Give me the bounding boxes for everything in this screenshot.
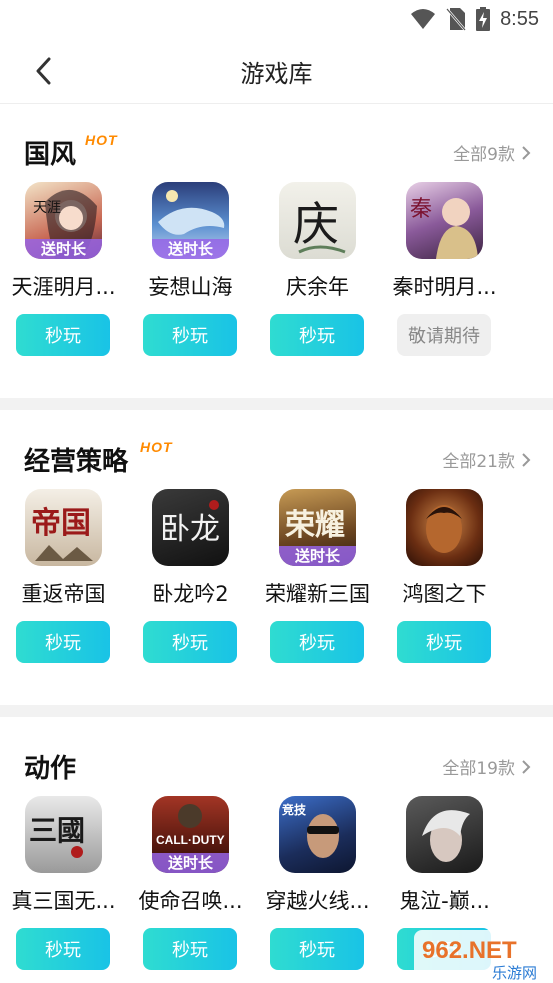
game-icon[interactable]: 庆: [279, 182, 356, 259]
game-name: 妄想山海: [148, 275, 233, 299]
game-name: 真三国无...: [11, 889, 116, 913]
bonus-time-badge: 送时长: [25, 239, 102, 259]
game-icon[interactable]: 帝国: [25, 489, 102, 566]
game-name: 庆余年: [286, 275, 349, 299]
svg-text:荣耀: 荣耀: [285, 508, 345, 543]
game-name: 重返帝国: [21, 582, 106, 606]
svg-text:三國: 三國: [29, 814, 85, 847]
game-name: 天涯明月...: [11, 275, 116, 299]
svg-text:乐游网: 乐游网: [492, 964, 537, 982]
game-name: 鸿图之下: [402, 582, 487, 606]
play-button[interactable]: 秒玩: [143, 928, 237, 970]
app-header: 游戏库: [0, 38, 553, 104]
game-icon[interactable]: CALL·DUTY 送时长: [152, 796, 229, 873]
play-button[interactable]: 秒玩: [270, 621, 364, 663]
game-icon[interactable]: 天涯 送时长: [25, 182, 102, 259]
game-art: 秦: [410, 197, 478, 259]
svg-text:CALL·DUTY: CALL·DUTY: [156, 833, 225, 847]
bonus-time-badge: 送时长: [152, 239, 229, 259]
play-button[interactable]: 秒玩: [270, 314, 364, 356]
view-all-link[interactable]: 全部19款: [442, 754, 531, 779]
play-button[interactable]: 秒玩: [143, 314, 237, 356]
game-art: 竞技: [282, 802, 339, 858]
no-sim-icon: [446, 8, 467, 31]
section-divider: [0, 705, 553, 717]
game-art: [422, 810, 470, 862]
game-icon[interactable]: 三國: [25, 796, 102, 873]
game-icon[interactable]: [406, 796, 483, 873]
chevron-right-icon: [522, 145, 531, 160]
coming-soon-button: 敬请期待: [397, 314, 491, 356]
bonus-time-badge: 送时长: [279, 546, 356, 566]
view-all-label: 全部21款: [442, 452, 515, 472]
section-title: 经营策略: [24, 447, 129, 477]
game-icon[interactable]: 秦: [406, 182, 483, 259]
game-name: 鬼泣-巅...: [399, 889, 490, 913]
svg-text:天涯: 天涯: [33, 200, 61, 216]
section-title: 国风: [24, 140, 77, 170]
view-all-link[interactable]: 全部21款: [442, 447, 531, 472]
game-art: [426, 505, 462, 553]
svg-text:卧龙: 卧龙: [160, 512, 220, 547]
status-bar: 8:55: [0, 0, 553, 38]
svg-text:帝国: 帝国: [31, 506, 91, 541]
chevron-right-icon: [522, 452, 531, 467]
play-button[interactable]: 秒玩: [16, 621, 110, 663]
game-art: 庆: [293, 197, 346, 254]
section-guofeng: 国风 HOT 全部9款 天涯 送时长 天涯明月... 秒玩 送时长 妄想山海 秒…: [0, 110, 553, 398]
play-button[interactable]: 秒玩: [270, 928, 364, 970]
bonus-time-badge: 送时长: [152, 853, 229, 873]
svg-text:庆: 庆: [293, 197, 339, 251]
view-all-label: 全部19款: [442, 759, 515, 779]
page-title: 游戏库: [240, 60, 313, 88]
game-name: 荣耀新三国: [265, 582, 370, 606]
play-button[interactable]: 秒玩: [143, 621, 237, 663]
battery-charging-icon: [476, 7, 491, 31]
hot-badge: HOT: [140, 439, 173, 455]
game-icon[interactable]: 卧龙: [152, 489, 229, 566]
game-icon[interactable]: 送时长: [152, 182, 229, 259]
svg-text:秦: 秦: [410, 197, 432, 222]
play-button[interactable]: 秒玩: [397, 621, 491, 663]
game-name: 秦时明月...: [392, 275, 497, 299]
game-icon[interactable]: 荣耀 送时长: [279, 489, 356, 566]
view-all-link[interactable]: 全部9款: [453, 140, 531, 165]
section-title: 动作: [24, 754, 77, 784]
game-name: 使命召唤...: [138, 889, 243, 913]
play-button[interactable]: 秒玩: [16, 314, 110, 356]
game-art: 卧龙: [160, 500, 220, 547]
hot-badge: HOT: [85, 132, 118, 148]
section-strategy: 经营策略 HOT 全部21款 帝国 重返帝国 秒玩 卧龙 卧龙吟2 秒玩 荣耀: [0, 417, 553, 705]
chevron-right-icon: [522, 759, 531, 774]
svg-text:竞技: 竞技: [282, 802, 307, 817]
site-watermark-logo: 962.NET 乐游网: [414, 930, 553, 983]
game-name: 卧龙吟2: [152, 582, 229, 606]
svg-text:962.NET: 962.NET: [422, 937, 517, 964]
play-button[interactable]: 秒玩: [16, 928, 110, 970]
status-time: 8:55: [500, 7, 539, 30]
game-art: 帝国: [31, 506, 93, 561]
game-icon[interactable]: [406, 489, 483, 566]
view-all-label: 全部9款: [453, 145, 515, 165]
game-icon[interactable]: 竞技: [279, 796, 356, 873]
section-divider: [0, 398, 553, 410]
game-art: 三國: [29, 814, 85, 858]
wifi-icon: [411, 9, 436, 29]
game-name: 穿越火线...: [265, 889, 370, 913]
